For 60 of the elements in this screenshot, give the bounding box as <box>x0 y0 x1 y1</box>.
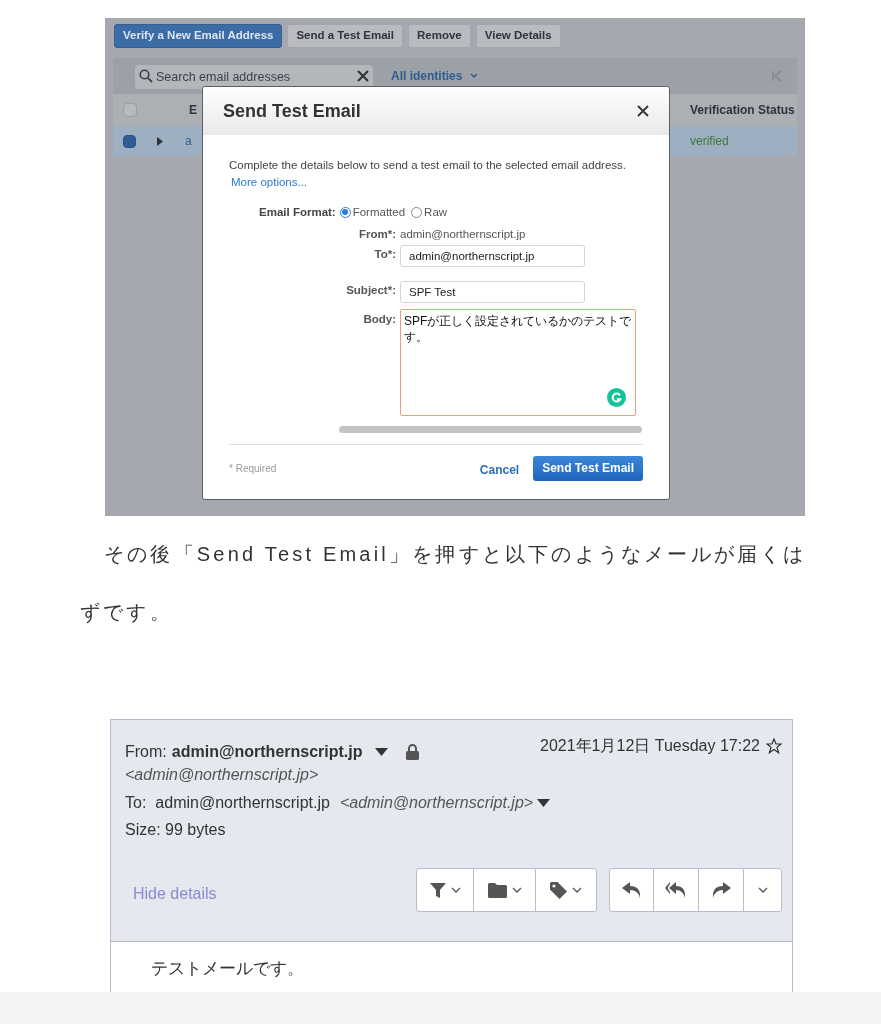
reply-icon <box>621 882 642 898</box>
dropdown-icon[interactable] <box>537 798 551 808</box>
chevron-icon <box>470 73 479 79</box>
chevron-icon <box>572 887 582 893</box>
column-header: E <box>189 102 197 119</box>
header-checkbox[interactable] <box>123 103 137 117</box>
from-value: admin@northernscript.jp <box>400 226 527 241</box>
search-field[interactable]: Search email addresses <box>135 65 373 89</box>
format-radio[interactable]: Formatted <box>339 203 406 221</box>
send-test-email-button[interactable]: Send Test Email <box>533 455 643 481</box>
field-label: Subject*: <box>345 282 396 298</box>
subject-field[interactable]: SPF Test <box>400 280 585 303</box>
chevron-icon <box>757 887 768 893</box>
intro-text: Complete the details below to send a test email to the selected email address. <box>229 158 627 173</box>
row-checkbox[interactable] <box>123 134 136 148</box>
filter-icon <box>429 882 446 898</box>
dropdown-icon[interactable] <box>374 747 388 757</box>
format-radio[interactable]: Raw <box>411 203 448 221</box>
toolbar-button[interactable]: Send a Test Email <box>287 24 403 48</box>
toolbar-button[interactable]: View Details <box>475 24 561 48</box>
close-icon[interactable] <box>637 105 649 117</box>
body-text: SPFが正しく設定されているかのテストです。 <box>404 312 632 345</box>
field-label: Body: <box>362 311 396 327</box>
more-options-link[interactable]: More options... <box>231 174 308 192</box>
clear-icon[interactable] <box>357 70 369 82</box>
tag-icon <box>550 881 567 899</box>
reply-all-icon <box>665 882 687 898</box>
field-label: From*: <box>357 226 396 241</box>
toolbar-button[interactable]: Remove <box>408 24 471 48</box>
from-label: From: <box>125 742 167 762</box>
to-label: To: <box>125 793 147 813</box>
field-label: Email Format: <box>259 204 336 220</box>
search-icon <box>139 69 153 83</box>
size-text: Size: 99 bytes <box>125 820 226 840</box>
chevron-icon <box>450 887 461 893</box>
sender-address: <admin@northernscript.jp> <box>125 765 319 785</box>
sender-name: admin@northernscript.jp <box>171 742 363 762</box>
to-field[interactable]: admin@northernscript.jp <box>400 244 585 267</box>
field-label: To*: <box>373 246 396 262</box>
forward-icon <box>711 882 731 898</box>
star-icon[interactable] <box>766 738 782 754</box>
grammar-checker-icon[interactable] <box>607 387 626 407</box>
cancel-link[interactable]: Cancel <box>479 461 520 480</box>
recipient-address: <admin@northernscript.jp> <box>339 793 534 813</box>
lock-icon <box>405 744 419 760</box>
column-header: Verification Status <box>690 102 795 119</box>
required-note: * Required <box>229 461 278 476</box>
body-field[interactable]: SPFが正しく設定されているかのテストです。 <box>400 308 636 416</box>
paragraph: その後「Send Test Email」を押すと以下のようなメールが届くはずです。 <box>80 542 808 625</box>
recipient-name: admin@northernscript.jp <box>155 793 330 813</box>
date-text: 2021年1月12日 Tuesday 17:22 <box>540 736 760 756</box>
dialog-title: Send Test Email <box>223 99 361 123</box>
toolbar-button[interactable]: Verify a New Email Address <box>114 24 283 48</box>
chevron-icon <box>511 887 522 893</box>
table-cell-text: a <box>185 133 192 150</box>
status-text: verified <box>690 133 729 150</box>
expand-icon[interactable] <box>157 136 163 146</box>
folder-icon <box>487 882 507 898</box>
horizontal-scrollbar[interactable] <box>339 425 642 433</box>
mail-body-text: テストメールです。 <box>151 959 304 978</box>
